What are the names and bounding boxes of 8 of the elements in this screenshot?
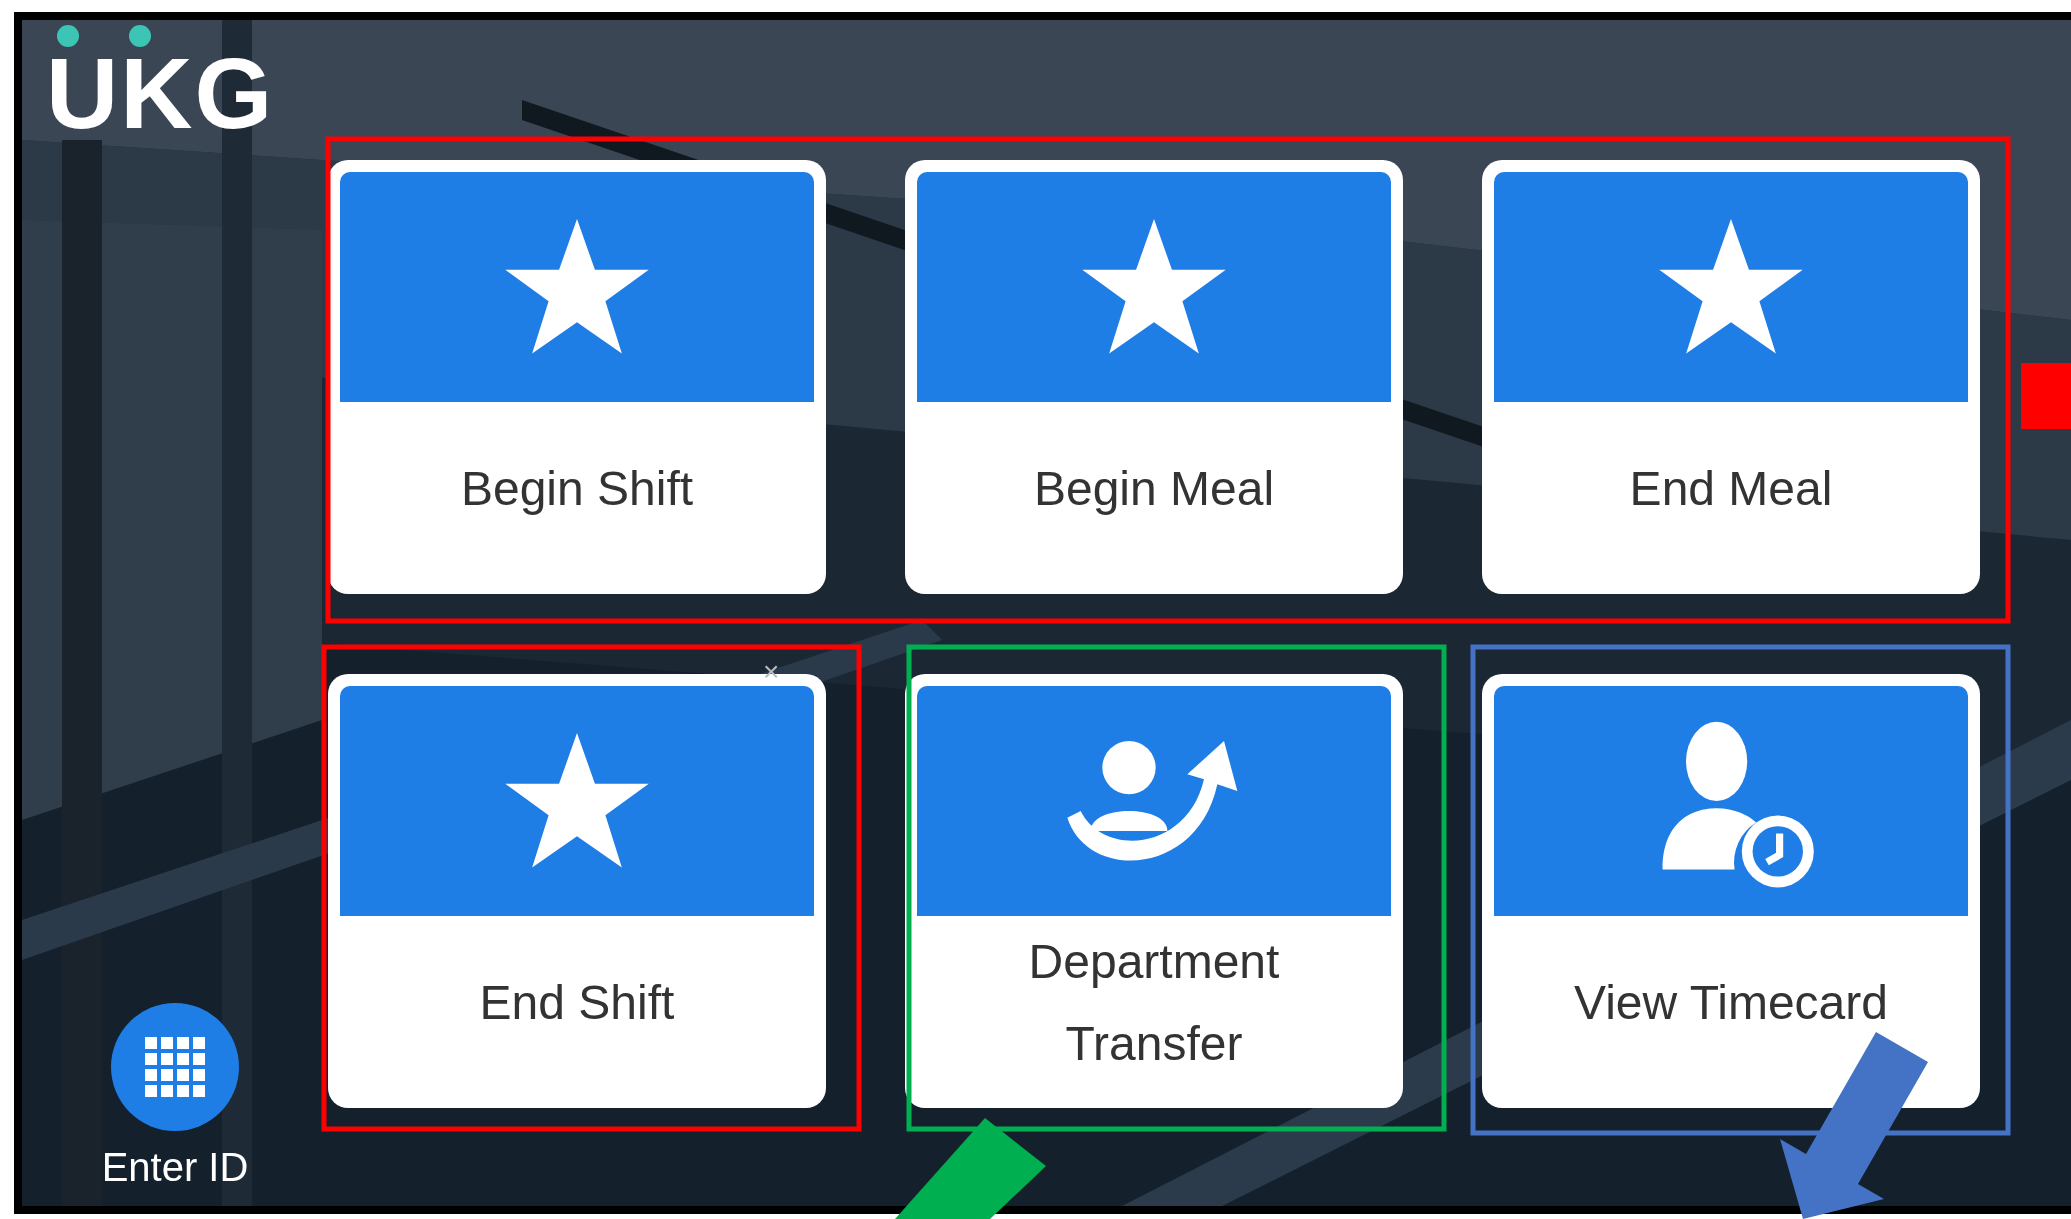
action-tile[interactable]: Department Transfer — [905, 674, 1403, 1108]
logo: UKG — [46, 48, 275, 138]
keypad-icon — [111, 1003, 239, 1131]
enter-id-button[interactable]: Enter ID — [101, 1003, 249, 1190]
action-tile[interactable]: End Meal — [1482, 160, 1980, 594]
action-tile[interactable]: View Timecard — [1482, 674, 1980, 1108]
action-tile[interactable]: Begin Shift — [328, 160, 826, 594]
action-tile[interactable]: Begin Meal — [905, 160, 1403, 594]
